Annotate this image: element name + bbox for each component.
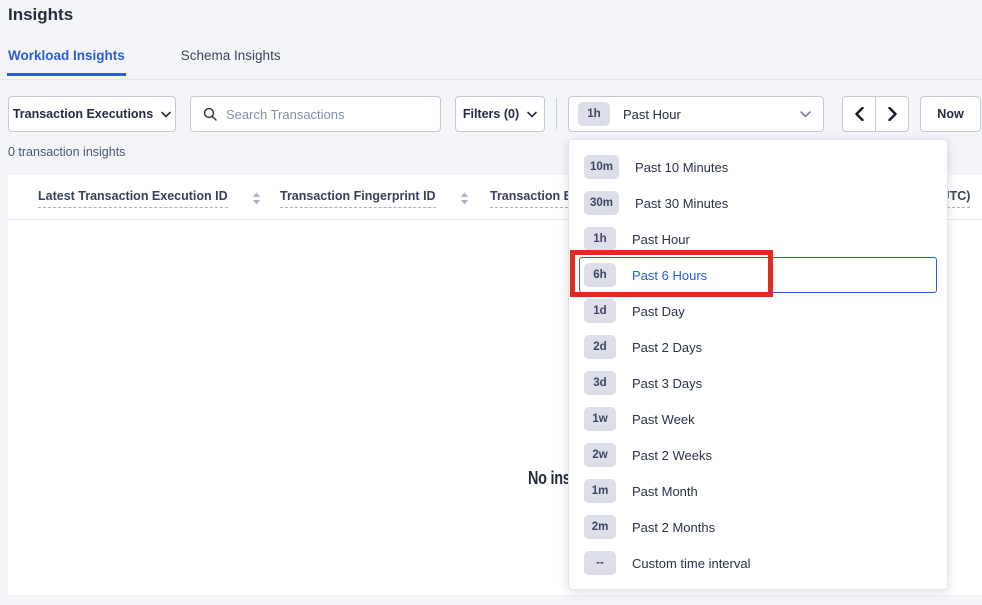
tab-label: Workload Insights xyxy=(8,48,125,63)
time-interval-option-label: Past 3 Days xyxy=(632,376,702,391)
sort-icon[interactable] xyxy=(460,192,469,205)
time-interval-option[interactable]: 3d Past 3 Days xyxy=(579,365,937,401)
time-interval-option-badge: 10m xyxy=(584,155,619,179)
time-interval-option[interactable]: 10m Past 10 Minutes xyxy=(579,149,937,185)
page-title: Insights xyxy=(8,5,73,25)
time-interval-select[interactable]: 1h Past Hour xyxy=(568,96,824,132)
chevron-down-icon xyxy=(161,111,171,118)
column-header[interactable]: Transaction Fingerprint ID xyxy=(280,189,469,208)
time-interval-option[interactable]: 2d Past 2 Days xyxy=(579,329,937,365)
time-interval-option-badge: 1m xyxy=(584,479,616,503)
time-interval-option-label: Past 10 Minutes xyxy=(635,160,728,175)
insight-type-select[interactable]: Transaction Executions xyxy=(8,96,176,132)
sort-icon[interactable] xyxy=(252,192,261,205)
time-interval-option[interactable]: 1m Past Month xyxy=(579,473,937,509)
tab[interactable]: Schema Insights xyxy=(181,48,281,75)
time-interval-badge: 1h xyxy=(578,102,610,126)
time-interval-option-label: Past 2 Days xyxy=(632,340,702,355)
time-interval-option[interactable]: 2w Past 2 Weeks xyxy=(579,437,937,473)
chevron-down-icon xyxy=(527,111,537,118)
time-interval-option-label: Past Day xyxy=(632,304,685,319)
time-interval-dropdown: 10m Past 10 Minutes 30m Past 30 Minutes … xyxy=(568,139,948,590)
insight-type-label: Transaction Executions xyxy=(13,107,153,121)
toolbar-divider xyxy=(556,98,557,129)
column-header-label: Transaction Fingerprint ID xyxy=(280,189,436,208)
tab-label: Schema Insights xyxy=(181,48,281,63)
time-interval-option-label: Custom time interval xyxy=(632,556,750,571)
time-interval-option-label: Past Hour xyxy=(632,232,690,247)
search-input[interactable] xyxy=(226,107,428,122)
time-interval-option[interactable]: 30m Past 30 Minutes xyxy=(579,185,937,221)
time-interval-option-label: Past 30 Minutes xyxy=(635,196,728,211)
search-icon xyxy=(203,107,217,121)
tab-bar: Workload Insights Schema Insights xyxy=(8,48,281,75)
time-interval-option-badge: 2w xyxy=(584,443,616,467)
time-interval-option[interactable]: -- Custom time interval xyxy=(579,545,937,581)
results-count: 0 transaction insights xyxy=(8,145,125,159)
time-interval-option-badge: -- xyxy=(584,551,616,575)
time-interval-option[interactable]: 2m Past 2 Months xyxy=(579,509,937,545)
time-interval-option[interactable]: 1w Past Week xyxy=(579,401,937,437)
column-header[interactable]: Latest Transaction Execution ID xyxy=(38,189,261,208)
time-interval-option[interactable]: 6h Past 6 Hours xyxy=(579,257,937,293)
time-interval-option-badge: 3d xyxy=(584,371,616,395)
time-interval-option-badge: 30m xyxy=(584,191,619,215)
now-label: Now xyxy=(937,107,963,121)
time-interval-option[interactable]: 1h Past Hour xyxy=(579,221,937,257)
filters-label: Filters (0) xyxy=(463,107,519,121)
tabs-divider xyxy=(0,79,982,80)
now-button[interactable]: Now xyxy=(920,96,981,132)
filters-button[interactable]: Filters (0) xyxy=(455,96,545,132)
time-interval-option-badge: 6h xyxy=(584,263,616,287)
chevron-down-icon xyxy=(800,111,811,118)
column-header-label: Latest Transaction Execution ID xyxy=(38,189,228,208)
previous-interval-button[interactable] xyxy=(843,97,876,131)
time-interval-option-badge: 2m xyxy=(584,515,616,539)
time-interval-option-label: Past 6 Hours xyxy=(632,268,707,283)
time-interval-option-label: Past 2 Weeks xyxy=(632,448,712,463)
time-interval-option[interactable]: 1d Past Day xyxy=(579,293,937,329)
next-interval-button[interactable] xyxy=(876,97,908,131)
time-interval-option-badge: 2d xyxy=(584,335,616,359)
time-interval-option-label: Past Week xyxy=(632,412,695,427)
search-box[interactable] xyxy=(190,96,441,132)
time-interval-option-badge: 1h xyxy=(584,227,616,251)
time-interval-option-label: Past 2 Months xyxy=(632,520,715,535)
time-interval-label: Past Hour xyxy=(623,107,681,122)
time-interval-option-badge: 1w xyxy=(584,407,616,431)
time-interval-option-label: Past Month xyxy=(632,484,698,499)
tab[interactable]: Workload Insights xyxy=(8,48,125,75)
time-range-arrows xyxy=(842,96,909,132)
time-interval-option-badge: 1d xyxy=(584,299,616,323)
